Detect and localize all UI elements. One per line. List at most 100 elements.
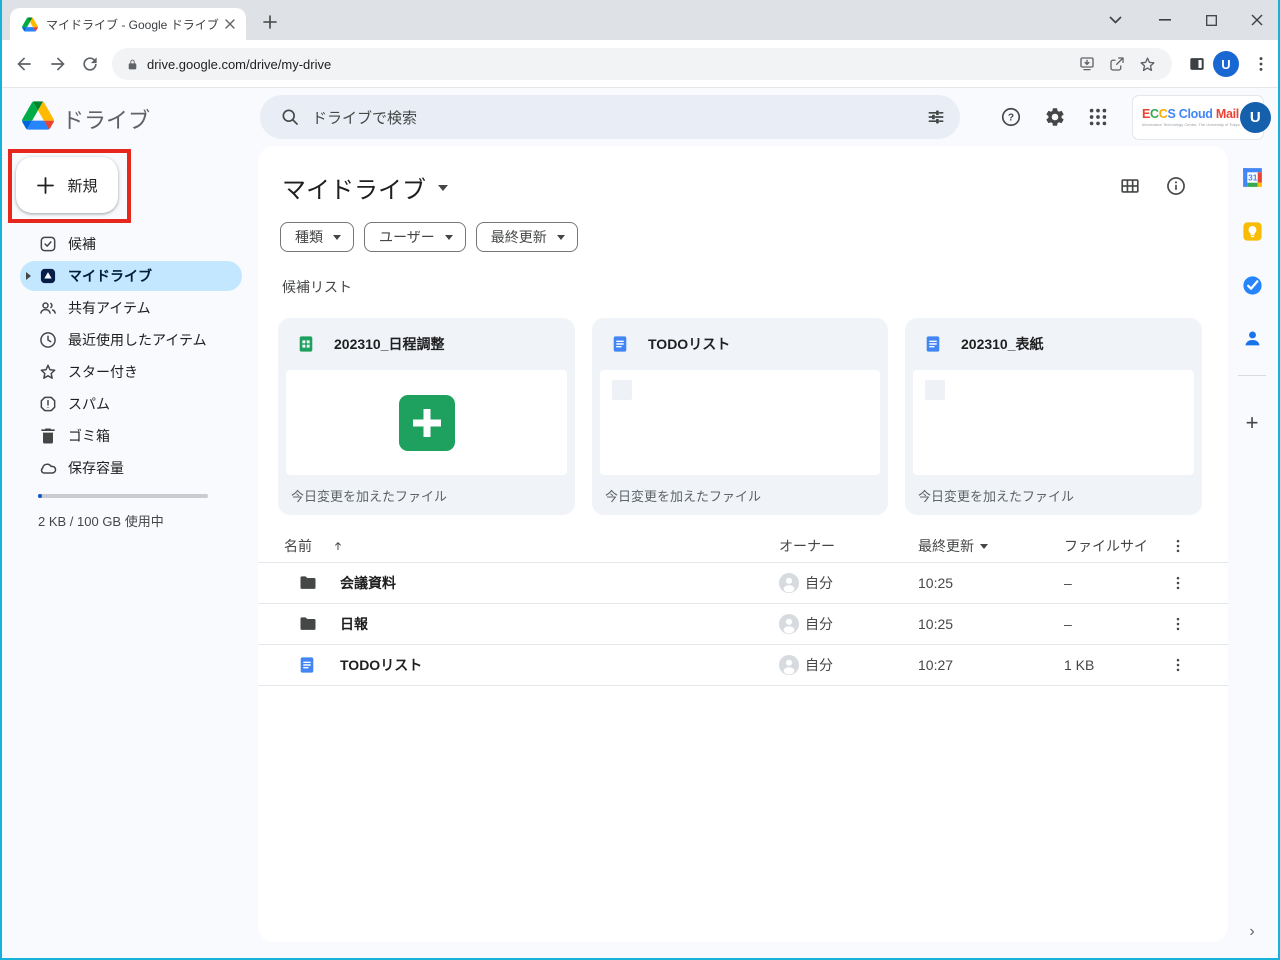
account-avatar[interactable]: U	[1240, 102, 1271, 133]
size-cell: 1 KB	[1064, 645, 1094, 685]
suggestion-reason: 今日変更を加えたファイル	[278, 475, 575, 515]
side-panel-divider	[1238, 375, 1266, 376]
install-icon[interactable]	[1072, 49, 1102, 79]
drive-favicon-icon	[22, 17, 38, 32]
storage-progress-fill	[38, 494, 42, 498]
tasks-icon[interactable]	[1239, 272, 1265, 298]
filter-chip-modified[interactable]: 最終更新	[476, 222, 578, 252]
add-side-panel-app-button[interactable]: +	[1239, 410, 1265, 436]
sidebar-item-spam[interactable]: スパム	[0, 388, 258, 420]
info-icon[interactable]	[1165, 175, 1187, 197]
side-panel-icon[interactable]	[1187, 54, 1207, 74]
share-icon[interactable]	[1102, 49, 1132, 79]
grid-view-toggle-icon[interactable]	[1119, 175, 1141, 197]
table-row[interactable]: 会議資料 自分 10:25 –	[258, 563, 1228, 604]
suggested-card[interactable]: 202310_表紙 今日変更を加えたファイル	[905, 318, 1202, 515]
browser-profile-avatar[interactable]: U	[1213, 51, 1239, 77]
recent-clock-icon	[38, 330, 58, 350]
my-drive-icon	[38, 266, 58, 286]
drive-logo-icon[interactable]	[22, 101, 54, 130]
forward-icon[interactable]	[48, 54, 68, 74]
owner-cell: 自分	[779, 604, 833, 644]
sheets-file-icon	[297, 335, 315, 353]
docs-file-icon	[298, 645, 316, 685]
file-thumbnail	[913, 370, 1194, 475]
sidebar-nav: 候補 マイドライブ 共有アイテム 最近使用したアイテム スター付き スパム ゴミ…	[0, 228, 258, 484]
sidebar-item-my-drive[interactable]: マイドライブ	[0, 260, 258, 292]
table-header-row: 名前 オーナー 最終更新 ファイルサイ	[258, 530, 1228, 563]
suggestion-reason: 今日変更を加えたファイル	[905, 475, 1202, 515]
tab-close-icon[interactable]	[222, 16, 238, 32]
chevron-down-icon	[445, 235, 453, 240]
search-icon[interactable]	[280, 107, 300, 127]
search-options-tune-icon[interactable]	[926, 107, 946, 127]
contacts-icon[interactable]	[1239, 325, 1265, 351]
suggested-card[interactable]: 202310_日程調整 今日変更を加えたファイル	[278, 318, 575, 515]
modified-cell: 10:25	[918, 563, 953, 603]
new-tab-button[interactable]	[258, 10, 282, 34]
show-side-panel-chevron-icon[interactable]: ›	[1239, 919, 1265, 945]
column-header-size[interactable]: ファイルサイ	[1064, 530, 1148, 562]
google-apps-grid-icon[interactable]	[1087, 106, 1109, 128]
browser-tab[interactable]: マイドライブ - Google ドライブ	[10, 8, 246, 40]
docs-file-icon	[924, 335, 942, 353]
file-thumbnail	[286, 370, 567, 475]
column-header-modified[interactable]: 最終更新	[918, 530, 988, 562]
table-options-icon[interactable]	[1166, 530, 1190, 562]
chevron-down-icon	[333, 235, 341, 240]
file-table: 名前 オーナー 最終更新 ファイルサイ 会議資料 自分 10:25 –	[258, 530, 1228, 686]
window-minimize-button[interactable]	[1142, 0, 1188, 40]
sidebar-item-starred[interactable]: スター付き	[0, 356, 258, 388]
table-row[interactable]: TODOリスト 自分 10:27 1 KB	[258, 645, 1228, 686]
spam-alert-icon	[38, 394, 58, 414]
sidebar-item-shared[interactable]: 共有アイテム	[0, 292, 258, 324]
account-badge[interactable]: ECCS Cloud Mail Information Technology C…	[1133, 96, 1263, 139]
window-close-button[interactable]	[1234, 0, 1280, 40]
browser-menu-icon[interactable]	[1251, 54, 1271, 74]
view-title[interactable]: マイドライブ	[282, 170, 448, 205]
column-header-owner[interactable]: オーナー	[779, 530, 835, 562]
tab-search-chevron-icon[interactable]	[1092, 0, 1138, 40]
suggested-cards: 202310_日程調整 今日変更を加えたファイル TODOリスト 今日変更を加え…	[278, 318, 1202, 515]
filter-chip-type[interactable]: 種類	[280, 222, 354, 252]
approval-check-icon	[38, 234, 58, 254]
keep-icon[interactable]	[1239, 218, 1265, 244]
url-text: drive.google.com/drive/my-drive	[147, 57, 1072, 72]
size-cell: –	[1064, 604, 1072, 644]
sheets-logo-icon	[399, 395, 455, 451]
row-menu-icon[interactable]	[1166, 645, 1190, 685]
tab-title: マイドライブ - Google ドライブ	[46, 16, 222, 33]
sidebar-item-trash[interactable]: ゴミ箱	[0, 420, 258, 452]
back-icon[interactable]	[14, 54, 34, 74]
chevron-down-icon	[557, 235, 565, 240]
search-input[interactable]: ドライブで検索	[260, 95, 960, 139]
shared-people-icon	[38, 298, 58, 318]
app-name: ドライブ	[62, 103, 150, 135]
suggested-card[interactable]: TODOリスト 今日変更を加えたファイル	[592, 318, 888, 515]
view-title-caret-icon	[438, 185, 448, 191]
bookmark-star-icon[interactable]	[1132, 49, 1162, 79]
account-badge-subtitle: Information Technology Center, The Unive…	[1142, 123, 1240, 127]
svg-text:31: 31	[1248, 172, 1258, 182]
svg-text:?: ?	[1008, 113, 1014, 124]
main-content: マイドライブ 種類 ユーザー 最終更新 候補リスト 202310_日程調整	[258, 146, 1228, 942]
reload-icon[interactable]	[80, 54, 100, 74]
help-icon[interactable]: ?	[1000, 106, 1022, 128]
calendar-icon[interactable]: 31	[1239, 164, 1265, 190]
column-header-name[interactable]: 名前	[284, 530, 344, 562]
owner-avatar-icon	[779, 573, 799, 593]
row-menu-icon[interactable]	[1166, 563, 1190, 603]
expand-arrow-icon[interactable]	[26, 272, 31, 280]
filter-chip-people[interactable]: ユーザー	[364, 222, 466, 252]
table-row[interactable]: 日報 自分 10:25 –	[258, 604, 1228, 645]
lock-icon	[126, 58, 139, 71]
url-bar[interactable]: drive.google.com/drive/my-drive	[112, 48, 1172, 80]
folder-icon	[298, 563, 318, 603]
settings-gear-icon[interactable]	[1044, 106, 1066, 128]
row-menu-icon[interactable]	[1166, 604, 1190, 644]
sidebar-item-storage[interactable]: 保存容量	[0, 452, 258, 484]
sidebar-item-suggested[interactable]: 候補	[0, 228, 258, 260]
sidebar-item-recent[interactable]: 最近使用したアイテム	[0, 324, 258, 356]
star-icon	[38, 362, 58, 382]
window-maximize-button[interactable]	[1188, 0, 1234, 40]
